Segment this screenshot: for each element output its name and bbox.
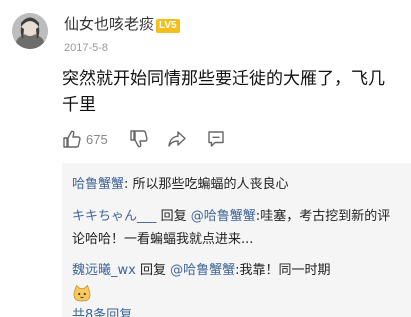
share-icon	[168, 131, 186, 147]
avatar-image	[12, 13, 48, 49]
reply-word: 回复	[156, 209, 191, 224]
comment-date: 2017-5-8	[64, 42, 109, 54]
view-all-replies-link[interactable]: 共8条回复	[72, 307, 132, 317]
reply-item[interactable]: 哈鲁蟹蟹: 所以那些吃蝙蝠的人丧良心	[72, 173, 402, 196]
reply-item[interactable]: 魏远曦_wx 回复 @哈鲁蟹蟹:我靠！同一时期	[72, 259, 402, 304]
comment-icon	[208, 131, 224, 147]
reply-target[interactable]: @哈鲁蟹蟹	[170, 263, 235, 278]
action-bar: 675	[62, 127, 402, 151]
reply-item[interactable]: キキちゃん___ 回复 @哈鲁蟹蟹:哇塞，考古挖到新的评论哈哈！一看蝙蝠我就点进…	[72, 205, 402, 251]
reply-separator: :	[124, 177, 133, 192]
like-count: 675	[86, 131, 108, 147]
reply-text: 我靠！同一时期	[239, 263, 331, 278]
avatar[interactable]	[12, 13, 48, 49]
reply-section: 哈鲁蟹蟹: 所以那些吃蝙蝠的人丧良心 キキちゃん___ 回复 @哈鲁蟹蟹:哇塞，…	[62, 163, 411, 317]
dislike-button[interactable]	[129, 127, 149, 151]
comment-text: 突然就开始同情那些要迁徙的大雁了，飞几千里	[62, 69, 385, 115]
cat-face-emoji	[73, 284, 91, 302]
level-badge: LV5	[156, 19, 180, 33]
reply-author[interactable]: 哈鲁蟹蟹	[72, 177, 124, 192]
reply-author[interactable]: キキちゃん___	[72, 209, 157, 224]
share-button[interactable]	[167, 127, 187, 151]
reply-word: 回复	[135, 263, 171, 278]
comment-card: 仙女也咳老痰 LV5 2017-5-8 突然就开始同情那些要迁徙的大雁了，飞几千…	[0, 0, 411, 317]
reply-text: 所以那些吃蝙蝠的人丧良心	[132, 177, 289, 192]
thumb-up-icon	[63, 130, 81, 148]
thumb-down-icon	[130, 130, 148, 148]
username[interactable]: 仙女也咳老痰	[64, 14, 154, 34]
reply-author[interactable]: 魏远曦_wx	[72, 263, 136, 278]
like-button[interactable]: 675	[62, 127, 108, 151]
reply-button[interactable]	[206, 127, 226, 151]
reply-target[interactable]: @哈鲁蟹蟹	[191, 209, 256, 224]
